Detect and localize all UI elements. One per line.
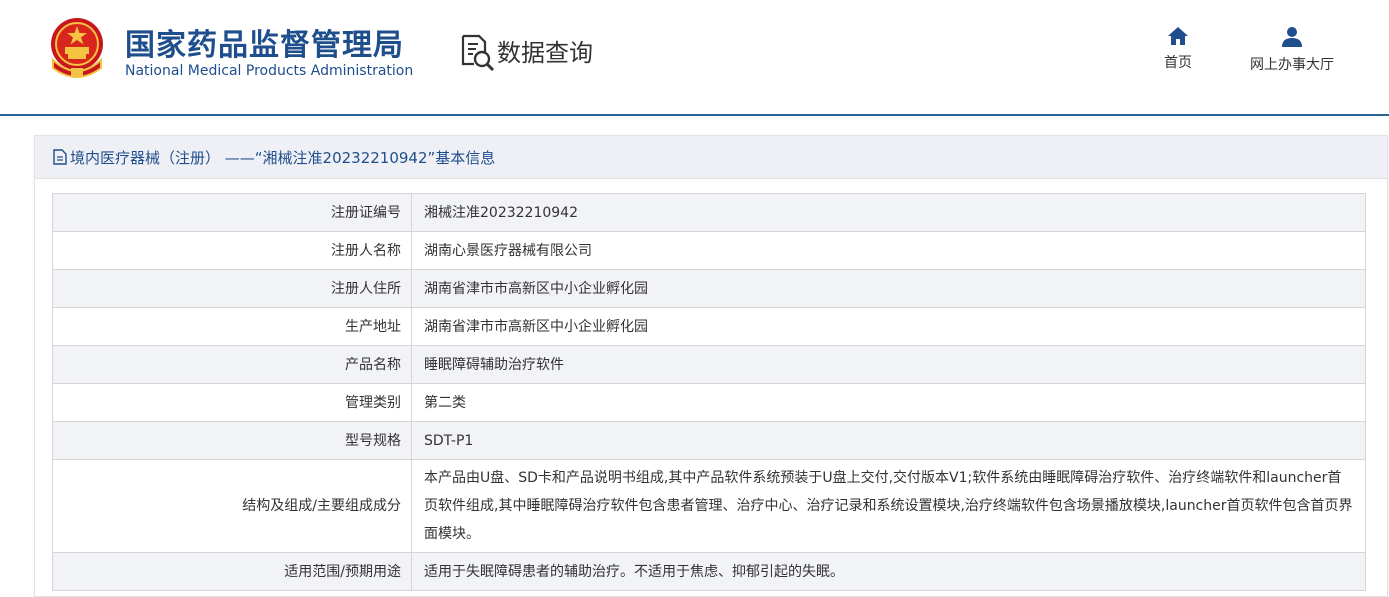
row-label: 适用范围/预期用途 — [52, 552, 412, 591]
national-emblem-icon — [51, 18, 103, 78]
nav-online-office-label: 网上办事大厅 — [1250, 57, 1334, 73]
row-value: 湖南心景医疗器械有限公司 — [411, 231, 1366, 270]
row-label: 注册人名称 — [52, 231, 412, 270]
table-row: 结构及组成/主要组成成分 本产品由U盘、SD卡和产品说明书组成,其中产品软件系统… — [52, 459, 1366, 553]
table-row: 产品名称 睡眠障碍辅助治疗软件 — [52, 345, 1366, 384]
row-label: 注册证编号 — [52, 193, 412, 232]
basic-info-table: 注册证编号 湘械注准20232210942 注册人名称 湖南心景医疗器械有限公司… — [52, 193, 1366, 591]
data-query-title: 数据查询 — [497, 39, 593, 67]
agency-name-cn: 国家药品监督管理局 — [125, 28, 404, 63]
agency-name-en: National Medical Products Administration — [125, 63, 414, 79]
table-row: 注册人名称 湖南心景医疗器械有限公司 — [52, 231, 1366, 270]
row-value: 适用于失眠障碍患者的辅助治疗。不适用于焦虑、抑郁引起的失眠。 — [411, 552, 1366, 591]
row-value: 第二类 — [411, 383, 1366, 422]
row-value: 湖南省津市市高新区中小企业孵化园 — [411, 269, 1366, 308]
panel-title: 境内医疗器械（注册） ——“湘械注准20232210942”基本信息 — [70, 149, 496, 167]
table-row: 生产地址 湖南省津市市高新区中小企业孵化园 — [52, 307, 1366, 346]
table-row: 型号规格 SDT-P1 — [52, 421, 1366, 460]
row-label: 管理类别 — [52, 383, 412, 422]
basic-info-panel: 境内医疗器械（注册） ——“湘械注准20232210942”基本信息 注册证编号… — [34, 135, 1388, 597]
panel-title-bar: 境内医疗器械（注册） ——“湘械注准20232210942”基本信息 — [35, 136, 1387, 179]
row-value: 湖南省津市市高新区中小企业孵化园 — [411, 307, 1366, 346]
row-value: 本产品由U盘、SD卡和产品说明书组成,其中产品软件系统预装于U盘上交付,交付版本… — [411, 459, 1366, 553]
table-row: 注册证编号 湘械注准20232210942 — [52, 193, 1366, 232]
document-icon — [53, 149, 67, 165]
row-label: 结构及组成/主要组成成分 — [52, 459, 412, 553]
row-label: 产品名称 — [52, 345, 412, 384]
row-value: 湘械注准20232210942 — [411, 193, 1366, 232]
table-row: 注册人住所 湖南省津市市高新区中小企业孵化园 — [52, 269, 1366, 308]
user-icon — [1282, 27, 1302, 47]
table-row: 管理类别 第二类 — [52, 383, 1366, 422]
table-row: 适用范围/预期用途 适用于失眠障碍患者的辅助治疗。不适用于焦虑、抑郁引起的失眠。 — [52, 552, 1366, 591]
nav-home-label: 首页 — [1164, 55, 1192, 71]
data-query-icon — [461, 34, 495, 72]
row-label: 生产地址 — [52, 307, 412, 346]
site-header: 国家药品监督管理局 National Medical Products Admi… — [0, 0, 1389, 114]
row-label: 注册人住所 — [52, 269, 412, 308]
nav-online-office-link[interactable]: 网上办事大厅 — [1240, 26, 1344, 74]
nav-home-link[interactable]: 首页 — [1158, 26, 1198, 72]
row-value: SDT-P1 — [411, 421, 1366, 460]
home-icon — [1168, 27, 1188, 45]
row-value: 睡眠障碍辅助治疗软件 — [411, 345, 1366, 384]
row-label: 型号规格 — [52, 421, 412, 460]
